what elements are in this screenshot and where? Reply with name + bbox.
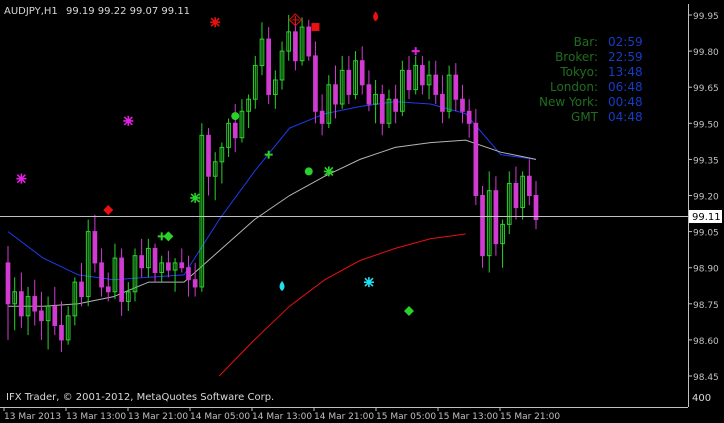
time-tick-label: 14 Mar 13:00 — [252, 412, 312, 422]
candle[interactable] — [480, 185, 485, 268]
copyright-label: IFX Trader, © 2001-2012, MetaQuotes Soft… — [6, 392, 275, 403]
square-signal-icon — [311, 23, 320, 32]
candle-body — [192, 279, 198, 288]
candle-body — [513, 182, 519, 209]
time-tick-label: 13 Mar 13:00 — [66, 412, 126, 422]
candle-body — [480, 195, 485, 257]
candle-body — [359, 60, 365, 86]
candle-body — [152, 247, 158, 274]
clock-label-newyork: New York: — [539, 95, 598, 109]
price-tick-label: 99.20 — [693, 193, 719, 203]
candle-body — [179, 262, 185, 269]
candle-body — [333, 84, 338, 105]
star-signal-icon — [363, 277, 374, 288]
candle[interactable] — [473, 108, 479, 206]
candle-body — [186, 267, 191, 281]
clock-label-london: London: — [549, 80, 598, 94]
candle-body — [32, 296, 38, 312]
candle-body — [306, 26, 312, 57]
candle-body — [92, 231, 98, 264]
candle[interactable] — [266, 27, 271, 105]
candle-body — [99, 262, 104, 288]
clock-label-tokyo: Tokyo: — [560, 65, 598, 79]
price-tick-label: 98.60 — [693, 337, 719, 347]
chart-header-ohlc: 99.19 99.22 99.07 99.11 — [66, 6, 191, 17]
time-tick-label: 13 Mar 21:00 — [128, 412, 188, 422]
price-tick-label: 99.65 — [693, 84, 719, 94]
star-signal-icon — [16, 173, 27, 184]
star-signal-icon — [190, 192, 201, 203]
current-price-label: 99.11 — [692, 212, 721, 223]
candle-body — [79, 281, 84, 298]
candle-body — [493, 190, 499, 245]
candle-body — [119, 257, 124, 302]
candle-body — [379, 93, 385, 124]
candle-body — [5, 262, 11, 305]
time-tick-label: 13 Mar 2013 — [4, 412, 61, 422]
price-tick-label: 98.45 — [693, 373, 719, 383]
price-tick-label: 99.50 — [693, 120, 719, 130]
price-tick-label: 99.80 — [693, 48, 719, 58]
candle-body — [59, 324, 64, 341]
candle-body — [319, 110, 325, 124]
clock-label-bar: Bar: — [573, 35, 598, 49]
candle-body — [366, 84, 372, 105]
candle-body — [19, 291, 24, 317]
price-tick-label: 98.90 — [693, 265, 719, 275]
star-signal-icon — [123, 115, 134, 126]
time-tick-label: 15 Mar 13:00 — [438, 412, 498, 422]
dot-signal-icon — [304, 167, 313, 176]
clock-value-gmt: 04:48 — [608, 110, 643, 124]
star-signal-icon — [210, 17, 221, 28]
candle-body — [466, 110, 472, 124]
chart-header-symbol: AUDJPY,H1 — [4, 6, 58, 17]
price-tick-label: 99.35 — [693, 156, 719, 166]
candle-body — [406, 69, 412, 91]
clock-value-tokyo: 13:48 — [608, 65, 643, 79]
candle-body — [526, 175, 532, 197]
candle-body — [139, 255, 145, 269]
candle-body — [460, 98, 465, 112]
price-tick-label: 98.75 — [693, 301, 719, 311]
clock-value-broker: 22:59 — [608, 50, 643, 64]
clock-value-london: 06:48 — [608, 80, 643, 94]
candle-body — [266, 38, 271, 95]
candle-body — [533, 195, 539, 221]
candle-body — [293, 31, 298, 62]
price-tick-label: 99.95 — [693, 12, 719, 22]
dot-signal-icon — [231, 112, 240, 121]
footer-right-value: 400 — [692, 393, 712, 404]
candle-body — [232, 122, 238, 139]
candle-body — [433, 74, 439, 95]
clock-label-gmt: GMT — [571, 110, 598, 124]
candle-body — [420, 65, 425, 86]
candle-body — [166, 262, 171, 271]
candle-body — [393, 98, 398, 112]
candle-body — [206, 134, 211, 177]
candle-body — [473, 122, 479, 196]
candle-body — [346, 69, 352, 95]
time-tick-label: 15 Mar 21:00 — [500, 412, 560, 422]
time-tick-label: 15 Mar 05:00 — [376, 412, 436, 422]
candle-body — [453, 74, 459, 100]
candle-body — [39, 310, 44, 322]
time-tick-label: 14 Mar 05:00 — [190, 412, 250, 422]
star-signal-icon — [323, 166, 334, 177]
candle-body — [440, 93, 445, 112]
clock-label-broker: Broker: — [555, 50, 598, 64]
candle-body — [52, 305, 58, 326]
clock-value-bar: 02:59 — [608, 35, 643, 49]
candle-body — [105, 286, 111, 293]
candle-body — [313, 55, 318, 112]
clock-value-newyork: 00:48 — [608, 95, 643, 109]
price-tick-label: 99.05 — [693, 229, 719, 239]
time-tick-label: 14 Mar 21:00 — [314, 412, 374, 422]
